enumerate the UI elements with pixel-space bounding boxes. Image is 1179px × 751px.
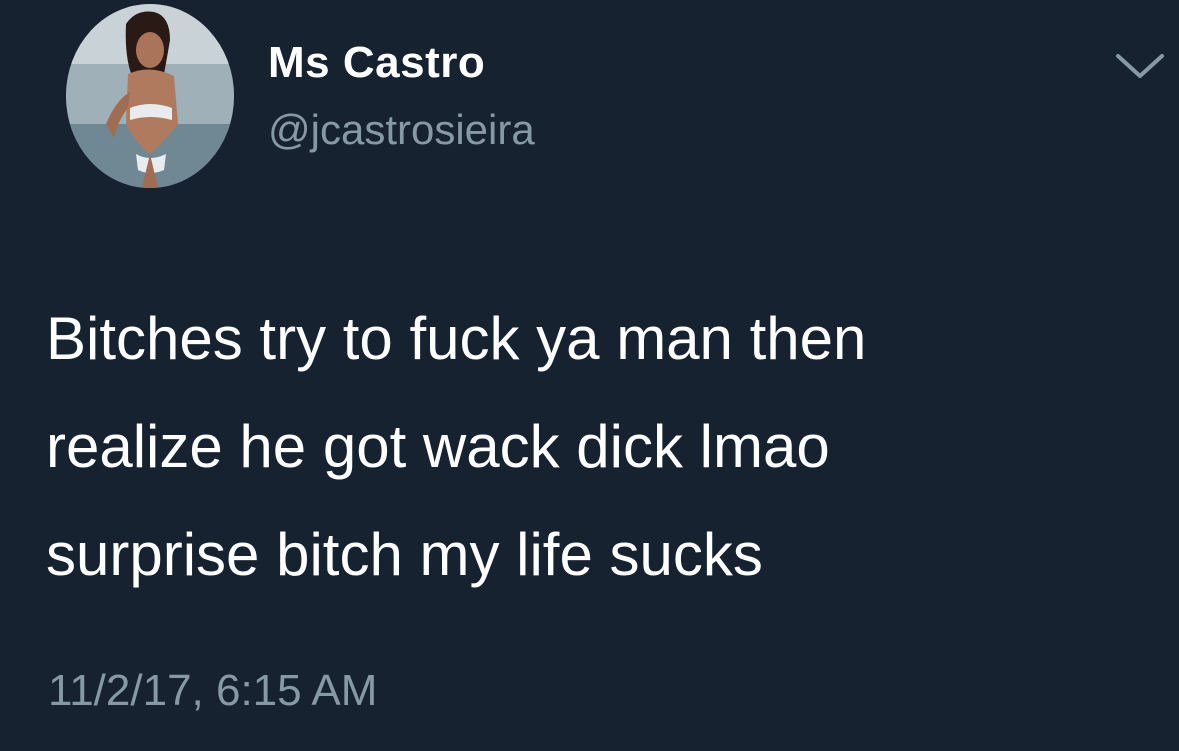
profile-photo-icon bbox=[66, 4, 234, 188]
avatar[interactable] bbox=[66, 4, 234, 188]
chevron-down-icon[interactable] bbox=[1114, 50, 1166, 82]
author-handle[interactable]: @jcastrosieira bbox=[268, 106, 535, 154]
tweet-text-line: Bitches try to fuck ya man then bbox=[46, 305, 867, 372]
tweet-timestamp[interactable]: 11/2/17, 6:15 AM bbox=[48, 666, 377, 716]
tweet-text-line: surprise bitch my life sucks bbox=[46, 521, 763, 588]
tweet-text: Bitches try to fuck ya man then realize … bbox=[46, 285, 1156, 609]
tweet-card: Ms Castro @jcastrosieira Bitches try to … bbox=[0, 0, 1179, 751]
author-display-name[interactable]: Ms Castro bbox=[268, 38, 485, 88]
tweet-text-line: realize he got wack dick lmao bbox=[46, 413, 830, 480]
